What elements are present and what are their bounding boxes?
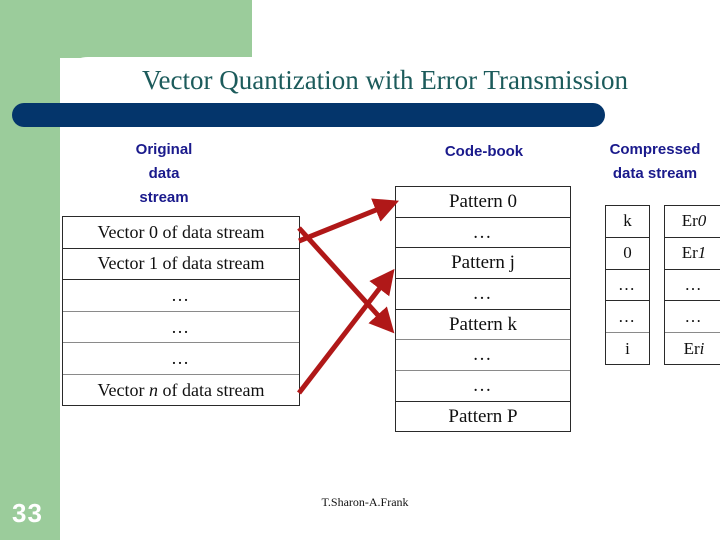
table-row: k [606,206,649,238]
table-row: Pattern 0 [396,187,570,218]
table-row: Eri [665,333,720,365]
table-row: Er1 [665,238,720,270]
footer-author: T.Sharon-A.Frank [321,495,409,509]
table-cell-text: Er1 [681,243,707,263]
table-row: 0 [606,238,649,270]
caption-code-book: Code-book [444,143,524,160]
table-row: … [63,280,299,312]
arrow-vector0-to-patternj [297,226,395,334]
table-row: i [625,339,630,359]
table-row: Vector 0 of data stream [63,217,299,249]
arrow-vectorn-to-patternk [297,268,395,395]
table-row: … [396,279,570,310]
table-row: Pattern j [396,248,570,280]
table-code-book: Pattern 0 … Pattern j … Pattern k … … Pa… [395,186,571,432]
table-cell-text: Vector n of data stream [97,380,265,401]
caption-line: data [148,165,180,182]
caption-compressed-data-stream: Compressed data stream [590,138,720,186]
caption-line: Compressed [609,141,701,158]
slide-canvas: Vector Quantization with Error Transmiss… [0,0,720,540]
green-sidebar-rail [0,57,60,540]
table-row: … [606,301,649,334]
table-row: … [665,270,720,302]
table-row: … [63,343,299,375]
table-row: Pattern k [396,310,570,341]
table-cell-text: Er0 [681,211,707,231]
caption-original-data-stream: Original data stream [104,138,224,210]
table-compressed-index: k 0 … … i [605,205,650,365]
table-cell-text: Eri [683,339,705,359]
table-row: … [396,371,570,402]
navy-accent-bar [12,103,605,127]
table-row: … [63,312,299,344]
arrow-vector1-to-pattern0 [298,198,399,244]
table-row: Pattern P [448,406,518,428]
table-compressed-error: Er0 Er1 … … Eri [664,205,720,365]
caption-line: data stream [612,165,698,182]
caption-line: Original [135,141,193,158]
page-title: Vector Quantization with Error Transmiss… [142,65,628,95]
table-row: Vector 1 of data stream [63,249,299,281]
table-original-data-stream: Vector 0 of data stream Vector 1 of data… [62,216,300,406]
green-header-block [0,0,252,58]
table-row: … [606,270,649,302]
table-row: … [396,340,570,372]
caption-line: stream [139,189,189,206]
page-number: 33 [12,498,43,528]
table-row: … [665,301,720,334]
table-row: … [396,218,570,249]
table-row: Er0 [665,206,720,238]
table-row: Vector n of data stream [63,375,299,407]
